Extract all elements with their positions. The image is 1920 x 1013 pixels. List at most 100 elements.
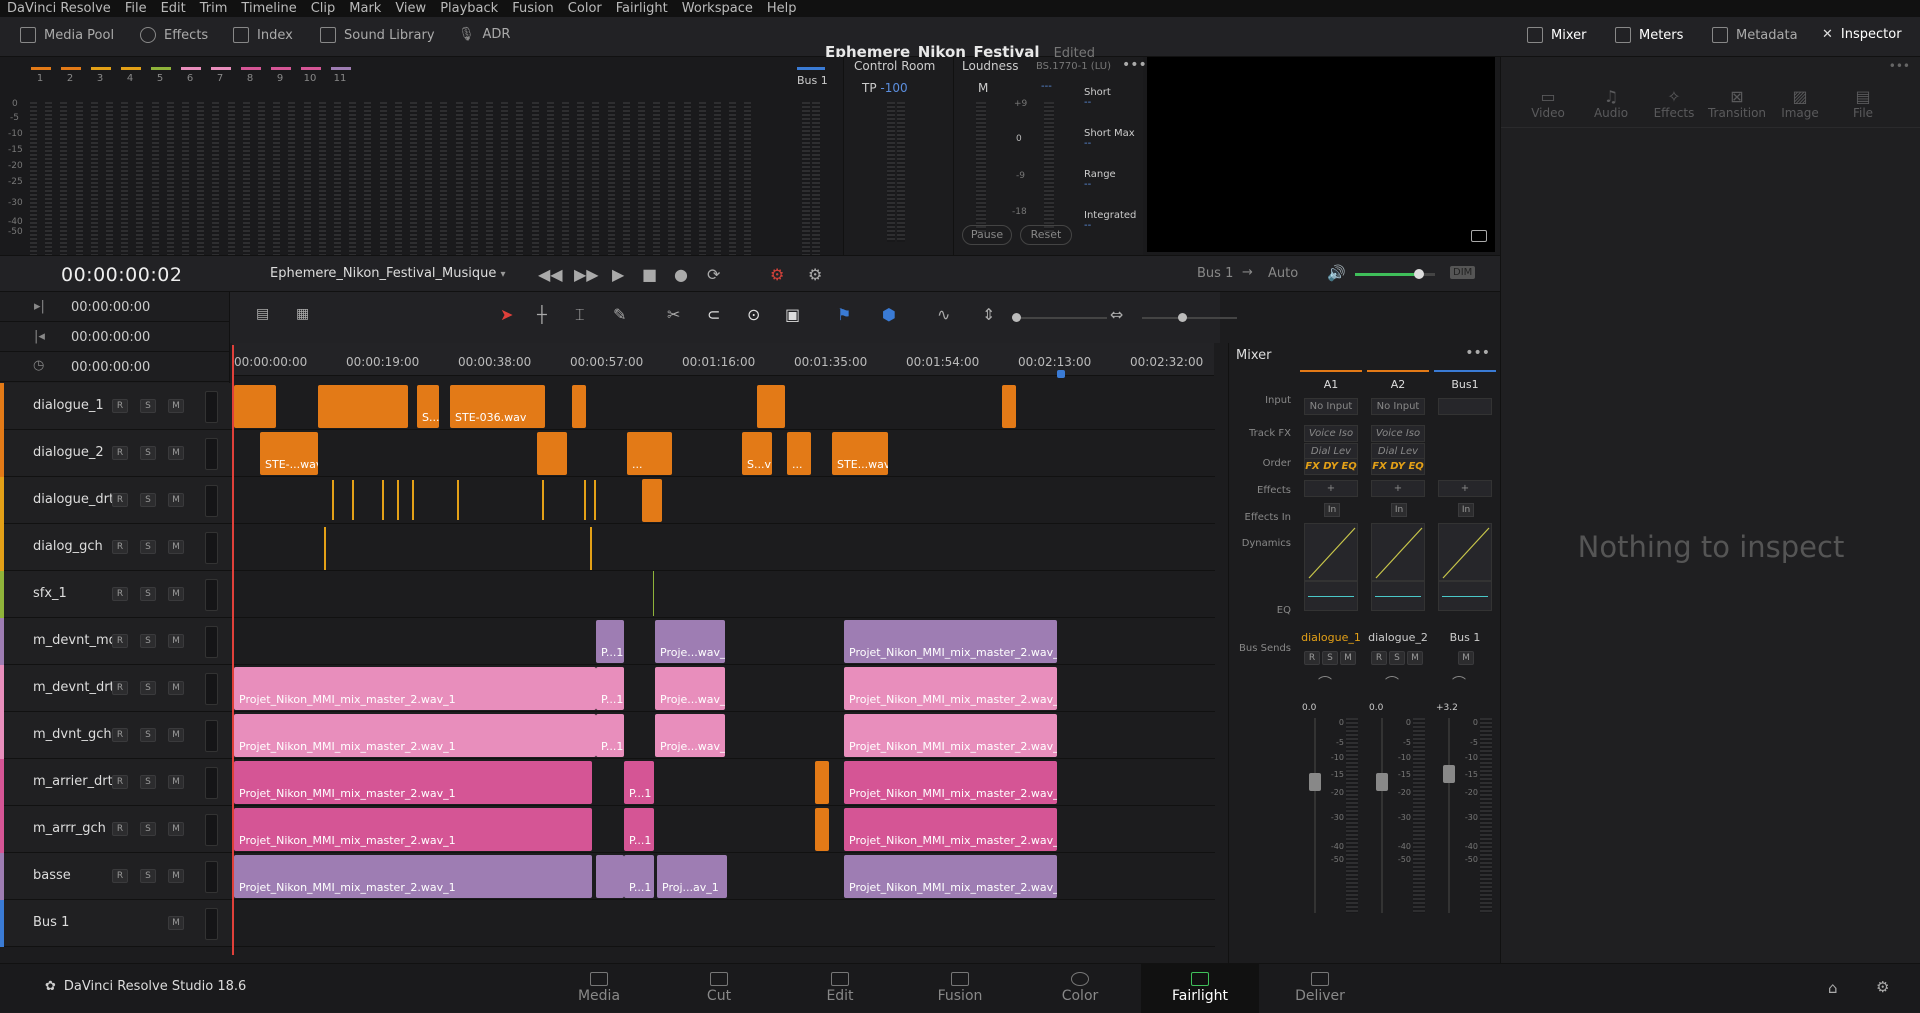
page-media[interactable]: Media [544,964,654,1013]
input-selector[interactable] [1438,398,1492,415]
record-arm-button[interactable]: R [112,822,128,836]
automation-mode[interactable]: Auto [1268,266,1298,281]
page-edit[interactable]: Edit [785,964,895,1013]
sound-library-button[interactable]: Sound Library [320,27,435,43]
effects-button[interactable]: Effects [140,27,208,43]
stop-icon[interactable]: ■ [642,265,657,284]
tab-video[interactable]: ▭ Video [1518,87,1578,120]
mute-button[interactable]: M [1458,651,1474,665]
audio-clip[interactable]: Proje...wav_1 [655,667,725,710]
rewind-icon[interactable]: ◀◀ [538,265,563,284]
mute-button[interactable]: M [168,399,184,413]
audio-clip[interactable] [572,385,586,428]
audio-clip[interactable] [234,385,276,428]
effects-in-button[interactable]: In [1324,503,1340,517]
track-header[interactable]: m_dvnt_gch R SM [0,712,232,759]
audio-clip[interactable]: STE-...wav [260,432,318,475]
pan-icon[interactable]: ⌒ [1318,673,1332,693]
timeline-view-icon[interactable]: ▤ [256,306,269,322]
track-lane[interactable] [232,524,1215,571]
solo-button[interactable]: S [140,728,156,742]
record-arm-button[interactable]: R [1371,651,1387,665]
record-arm-icon[interactable]: ⚙ [770,265,784,284]
mute-button[interactable]: M [168,681,184,695]
adr-button[interactable]: 🎙 ADR [458,27,510,42]
menu-color[interactable]: Color [561,1,609,16]
menu-workspace[interactable]: Workspace [675,1,760,16]
track-lane[interactable]: Projet_Nikon_MMI_mix_master_2.wav_1 P...1… [232,853,1215,900]
track-header[interactable]: dialog_gch R SM [0,524,232,571]
flag-icon[interactable]: ⚑ [837,305,851,324]
home-icon[interactable]: ⌂ [1828,979,1838,997]
speaker-icon[interactable]: 🔊 [1327,264,1346,282]
record-arm-button[interactable]: R [112,540,128,554]
audio-clip[interactable] [324,527,326,570]
menu-view[interactable]: View [388,1,433,16]
selection-tool-icon[interactable]: ➤ [500,305,513,324]
dim-button[interactable]: DIM [1450,266,1476,279]
menu-clip[interactable]: Clip [304,1,343,16]
audio-clip[interactable] [318,385,408,428]
track-lane[interactable]: Projet_Nikon_MMI_mix_master_2.wav_1 P...1… [232,759,1215,806]
audio-clip[interactable]: Projet_Nikon_MMI_mix_master_2.wav_1 [844,667,1057,710]
effects-add-button[interactable]: + [1438,480,1492,497]
audio-clip[interactable] [542,480,544,520]
solo-button[interactable]: S [140,587,156,601]
menu-edit[interactable]: Edit [154,1,193,16]
vertical-zoom-icon[interactable]: ⇕ [982,305,995,324]
pencil-tool-icon[interactable]: ✎ [613,305,626,324]
audio-clip[interactable] [757,385,785,428]
effects-in-button[interactable]: In [1458,503,1474,517]
input-selector[interactable]: No Input [1371,398,1425,415]
automation-icon[interactable]: ⚙ [808,265,822,284]
track-lane[interactable]: Projet_Nikon_MMI_mix_master_2.wav_1 P...1… [232,806,1215,853]
audio-clip[interactable]: Proje...wav_1 [655,714,725,757]
link-icon[interactable]: ⊙ [747,305,760,324]
audio-clip[interactable] [332,480,334,520]
audio-clip[interactable] [642,479,662,522]
record-arm-button[interactable]: R [112,493,128,507]
tab-effects[interactable]: ✧ Effects [1644,87,1704,120]
record-arm-button[interactable]: R [1304,651,1320,665]
audio-clip[interactable]: Proj...av_1 [657,855,727,898]
audio-clip[interactable]: Projet_Nikon_MMI_mix_master_2.wav_1 [844,855,1057,898]
audio-clip[interactable] [815,761,829,804]
solo-button[interactable]: S [140,446,156,460]
audio-clip[interactable] [596,855,624,898]
input-selector[interactable]: No Input [1304,398,1358,415]
record-arm-button[interactable]: R [112,775,128,789]
volume-knob[interactable] [1414,269,1424,279]
order-selector[interactable]: FX DY EQ [1371,458,1425,475]
audio-clip[interactable]: Projet_Nikon_MMI_mix_master_2.wav_1 [234,855,592,898]
audio-clip[interactable]: STE-036.wav [450,385,545,428]
razor-icon[interactable]: ✂ [667,305,680,324]
solo-button[interactable]: S [140,540,156,554]
solo-button[interactable]: S [140,634,156,648]
page-fusion[interactable]: Fusion [905,964,1015,1013]
audio-clip[interactable] [584,480,586,520]
mute-button[interactable]: M [168,869,184,883]
audio-clip[interactable]: P...1 [596,667,624,710]
audio-clip[interactable]: S...v [742,432,772,475]
audio-clip[interactable]: ... [787,432,811,475]
mute-button[interactable]: M [1340,651,1356,665]
solo-button[interactable]: S [1389,651,1405,665]
solo-button[interactable]: S [140,775,156,789]
record-arm-button[interactable]: R [112,728,128,742]
record-arm-button[interactable]: R [112,634,128,648]
loop-icon[interactable]: ⟳ [707,265,720,284]
inspector-button[interactable]: ✕ Inspector [1822,27,1902,42]
eq-graph[interactable] [1304,581,1358,611]
audio-clip[interactable] [537,432,567,475]
solo-button[interactable]: S [140,869,156,883]
audio-clip[interactable] [412,480,414,520]
track-header[interactable]: m_devnt_drt R SM [0,665,232,712]
menu-fairlight[interactable]: Fairlight [609,1,675,16]
page-fairlight[interactable]: Fairlight [1141,964,1259,1013]
mixer-more-icon[interactable]: ••• [1465,345,1490,361]
track-lane[interactable]: S...v STE-036.wav [232,383,1215,430]
track-header[interactable]: m_arrr_gch R SM [0,806,232,853]
solo-button[interactable]: S [140,399,156,413]
track-lane[interactable]: Projet_Nikon_MMI_mix_master_2.wav_1 P...1… [232,712,1215,759]
output-bus[interactable]: Bus 1 [1197,266,1233,281]
